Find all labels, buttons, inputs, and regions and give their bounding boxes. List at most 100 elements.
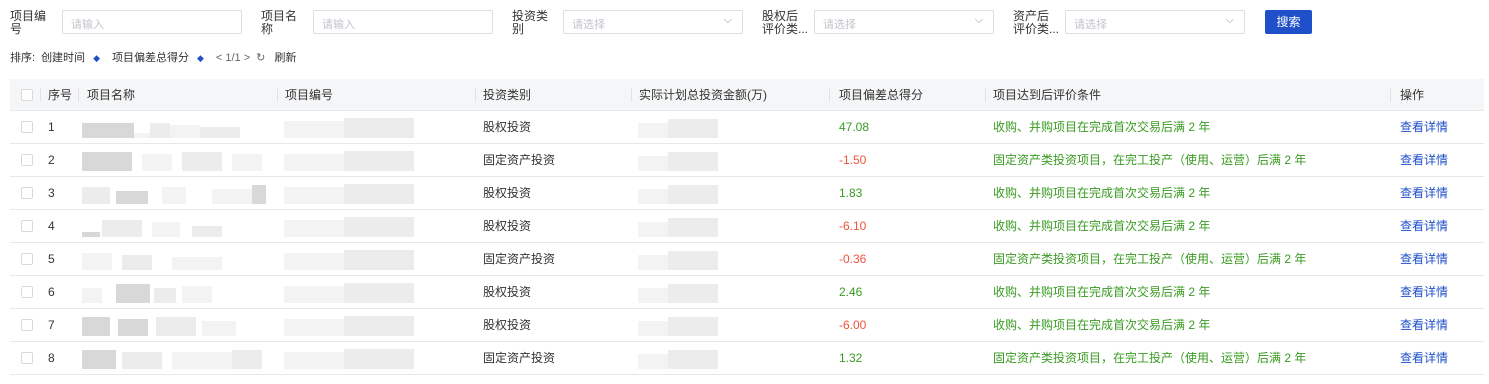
row-score: -6.10	[839, 219, 867, 233]
row-index: 1	[48, 120, 55, 134]
view-details-link[interactable]: 查看详情	[1400, 210, 1448, 242]
redacted-project-code	[284, 214, 414, 239]
redacted-project-code	[284, 280, 414, 305]
table-row: 1 股权投资 47.08 收购、并购项目在完成首次交易后满 2 年 查看详情	[10, 111, 1484, 144]
redacted-project-name	[82, 346, 268, 371]
row-score: 1.32	[839, 351, 863, 365]
col-header-condition: 项目达到后评价条件	[993, 88, 1102, 102]
row-index: 6	[48, 285, 55, 299]
row-checkbox[interactable]	[21, 187, 33, 199]
redacted-project-name	[82, 148, 268, 173]
row-condition: 固定资产类投资项目，在完工投产（使用、运营）后满 2 年	[993, 153, 1307, 167]
row-checkbox[interactable]	[21, 253, 33, 265]
row-condition: 收购、并购项目在完成首次交易后满 2 年	[993, 219, 1211, 233]
filter-label-project-name: 项目名称	[261, 9, 298, 36]
redacted-project-name	[82, 247, 268, 272]
pagination[interactable]: < 1/1 >	[216, 52, 250, 64]
table-row: 7 股权投资 -6.00 收购、并购项目在完成首次交易后满 2 年 查看详情	[10, 309, 1484, 342]
view-details-link[interactable]: 查看详情	[1400, 144, 1448, 176]
redacted-project-name	[82, 313, 268, 338]
row-index: 4	[48, 219, 55, 233]
view-details-link[interactable]: 查看详情	[1400, 309, 1448, 341]
row-checkbox[interactable]	[21, 352, 33, 364]
col-header-code: 项目编号	[285, 88, 334, 102]
row-checkbox[interactable]	[21, 220, 33, 232]
col-header-amount: 实际计划总投资金额(万)	[639, 88, 767, 102]
table-row: 5 固定资产投资 -0.36 固定资产类投资项目，在完工投产（使用、运营）后满 2 年…	[10, 243, 1484, 276]
redacted-amount	[638, 181, 748, 206]
redacted-amount	[638, 313, 748, 338]
row-checkbox[interactable]	[21, 286, 33, 298]
redacted-amount	[638, 115, 748, 140]
row-index: 2	[48, 153, 55, 167]
search-button[interactable]: 搜索	[1265, 10, 1312, 34]
project-code-input[interactable]: 请输入	[62, 10, 242, 34]
row-category: 固定资产投资	[483, 153, 556, 167]
row-category: 固定资产投资	[483, 351, 556, 365]
project-code-placeholder: 请输入	[71, 19, 104, 31]
row-category: 股权投资	[483, 219, 532, 233]
project-name-placeholder: 请输入	[322, 19, 355, 31]
row-score: -6.00	[839, 318, 867, 332]
table-row: 3 股权投资 1.83 收购、并购项目在完成首次交易后满 2 年 查看详情	[10, 177, 1484, 210]
redacted-project-name	[82, 214, 268, 239]
col-header-score: 项目偏差总得分	[839, 88, 924, 102]
row-category: 股权投资	[483, 318, 532, 332]
view-details-link[interactable]: 查看详情	[1400, 177, 1448, 209]
row-checkbox[interactable]	[21, 121, 33, 133]
filter-label-project-code: 项目编号	[10, 9, 47, 36]
equity-eval-placeholder: 请选择	[823, 19, 856, 31]
redacted-amount	[638, 247, 748, 272]
project-table: 序号 项目名称 项目编号 投资类别 实际计划总投资金额(万) 项目偏差总得分 项…	[10, 79, 1484, 375]
redacted-project-code	[284, 115, 414, 140]
row-index: 8	[48, 351, 55, 365]
filter-label-equity-eval: 股权后 评价类...	[762, 9, 809, 36]
chevron-down-icon: ⌵	[723, 14, 732, 26]
redacted-project-name	[82, 280, 268, 305]
col-header-name: 项目名称	[87, 88, 136, 102]
row-condition: 收购、并购项目在完成首次交易后满 2 年	[993, 318, 1211, 332]
row-index: 3	[48, 186, 55, 200]
col-header-category: 投资类别	[483, 88, 532, 102]
select-all-checkbox[interactable]	[21, 89, 33, 101]
sort-caret-icon: ◆	[93, 53, 100, 63]
row-category: 固定资产投资	[483, 252, 556, 266]
redacted-project-code	[284, 346, 414, 371]
refresh-button[interactable]: ↻ 刷新	[256, 49, 302, 65]
row-condition: 固定资产类投资项目，在完工投产（使用、运营）后满 2 年	[993, 351, 1307, 365]
row-condition: 收购、并购项目在完成首次交易后满 2 年	[993, 120, 1211, 134]
equity-eval-select[interactable]: 请选择 ⌵	[814, 10, 994, 34]
chevron-down-icon: ⌵	[1225, 14, 1234, 26]
sort-score[interactable]: 项目偏差总得分 ◆	[112, 49, 210, 65]
view-details-link[interactable]: 查看详情	[1400, 243, 1448, 275]
redacted-project-code	[284, 181, 414, 206]
row-checkbox[interactable]	[21, 319, 33, 331]
row-score: 2.46	[839, 285, 863, 299]
redacted-project-code	[284, 313, 414, 338]
view-details-link[interactable]: 查看详情	[1400, 111, 1448, 143]
sort-bar: 排序: 创建时间 ◆ 项目偏差总得分 ◆ < 1/1 > ↻ 刷新	[10, 49, 308, 65]
asset-eval-select[interactable]: 请选择 ⌵	[1065, 10, 1245, 34]
table-row: 8 固定资产投资 1.32 固定资产类投资项目，在完工投产（使用、运营）后满 2 年 查…	[10, 342, 1484, 375]
chevron-down-icon: ⌵	[974, 14, 983, 26]
row-index: 7	[48, 318, 55, 332]
redacted-amount	[638, 346, 748, 371]
view-details-link[interactable]: 查看详情	[1400, 342, 1448, 374]
redacted-amount	[638, 148, 748, 173]
project-name-input[interactable]: 请输入	[313, 10, 493, 34]
col-header-actions: 操作	[1400, 88, 1425, 102]
sort-created-time[interactable]: 创建时间 ◆	[41, 49, 106, 65]
redacted-project-code	[284, 148, 414, 173]
investment-type-select[interactable]: 请选择 ⌵	[563, 10, 743, 34]
row-score: 47.08	[839, 120, 870, 134]
sort-prefix: 排序:	[10, 52, 36, 64]
asset-eval-placeholder: 请选择	[1074, 19, 1107, 31]
row-checkbox[interactable]	[21, 154, 33, 166]
redacted-amount	[638, 280, 748, 305]
row-condition: 固定资产类投资项目，在完工投产（使用、运营）后满 2 年	[993, 252, 1307, 266]
investment-type-placeholder: 请选择	[572, 19, 605, 31]
sort-caret-icon: ◆	[196, 53, 204, 63]
row-score: 1.83	[839, 186, 863, 200]
view-details-link[interactable]: 查看详情	[1400, 276, 1448, 308]
filter-label-asset-eval: 资产后 评价类...	[1013, 9, 1060, 36]
